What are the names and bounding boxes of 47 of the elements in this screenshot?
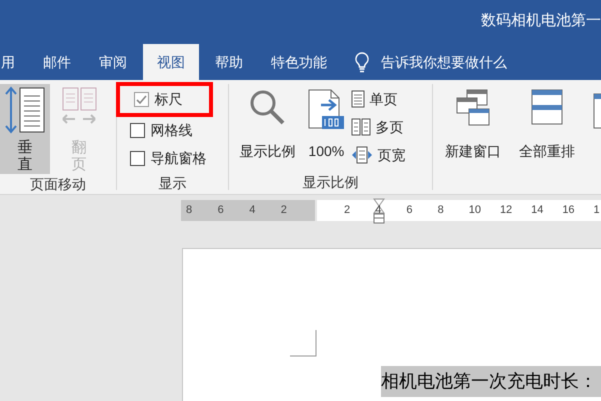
zoom-page-icon xyxy=(307,88,346,130)
ribbon-button[interactable]: 新建窗口 xyxy=(438,84,507,172)
view-button[interactable]: 垂直 xyxy=(0,84,50,174)
margin-corner-icon xyxy=(290,330,317,357)
ruler-number: 6 xyxy=(406,203,414,218)
ruler-number: 2 xyxy=(280,203,288,218)
window-title: 数码相机电池第一 xyxy=(481,10,601,31)
checkbox-label: 导航窗格 xyxy=(150,148,207,168)
ribbon-tab[interactable]: 特色功能 xyxy=(257,44,341,80)
ribbon-button[interactable]: 单页 xyxy=(351,88,406,110)
ribbon-button[interactable]: 全部重排 xyxy=(512,84,581,172)
ribbon-button[interactable]: 100% xyxy=(301,84,352,172)
ribbon-button[interactable]: 显示比例 xyxy=(233,84,302,172)
ribbon-tab[interactable]: 邮件 xyxy=(29,44,85,80)
ruler-number: 4 xyxy=(375,203,382,218)
lightbulb-icon xyxy=(353,51,371,73)
document-text: 相机电池第一次充电时长： xyxy=(381,366,601,397)
ruler-number: 14 xyxy=(531,203,544,218)
ruler-number: 4 xyxy=(249,203,256,218)
page-icon xyxy=(351,90,366,108)
checkbox[interactable] xyxy=(130,150,145,166)
pages-icon xyxy=(351,118,372,136)
checkbox[interactable] xyxy=(130,122,145,138)
checkbox-label: 网格线 xyxy=(150,120,193,140)
ruler-number: 10 xyxy=(468,203,482,218)
ruler-number: 1 xyxy=(594,203,601,218)
ribbon-button[interactable]: 多页 xyxy=(351,116,406,138)
arrange-icon xyxy=(530,88,563,126)
ribbon-tab[interactable]: 审阅 xyxy=(85,44,141,80)
page-width-icon xyxy=(351,146,374,164)
group-label: 页面移动 xyxy=(30,174,86,194)
checkbox[interactable] xyxy=(134,92,149,107)
ruler-number: 2 xyxy=(344,203,352,218)
tell-me-field[interactable]: 告诉我你想要做什么 xyxy=(381,52,507,72)
windows-icon xyxy=(454,88,491,126)
ruler-number: 8 xyxy=(438,203,445,218)
ruler-number: 12 xyxy=(500,203,514,218)
ruler-number: 6 xyxy=(218,203,225,218)
checkbox-label: 标尺 xyxy=(154,90,183,109)
group-label: 显示比例 xyxy=(302,172,359,192)
ribbon-button[interactable]: 页宽 xyxy=(351,144,406,166)
ribbon-tab[interactable]: 用 xyxy=(0,44,29,80)
ribbon-tab[interactable]: 帮助 xyxy=(201,44,257,80)
ruler-number: 16 xyxy=(562,203,576,218)
group-label: 显示 xyxy=(158,174,186,192)
ribbon-tab[interactable]: 视图 xyxy=(143,44,199,80)
ruler-number: 8 xyxy=(186,203,194,218)
